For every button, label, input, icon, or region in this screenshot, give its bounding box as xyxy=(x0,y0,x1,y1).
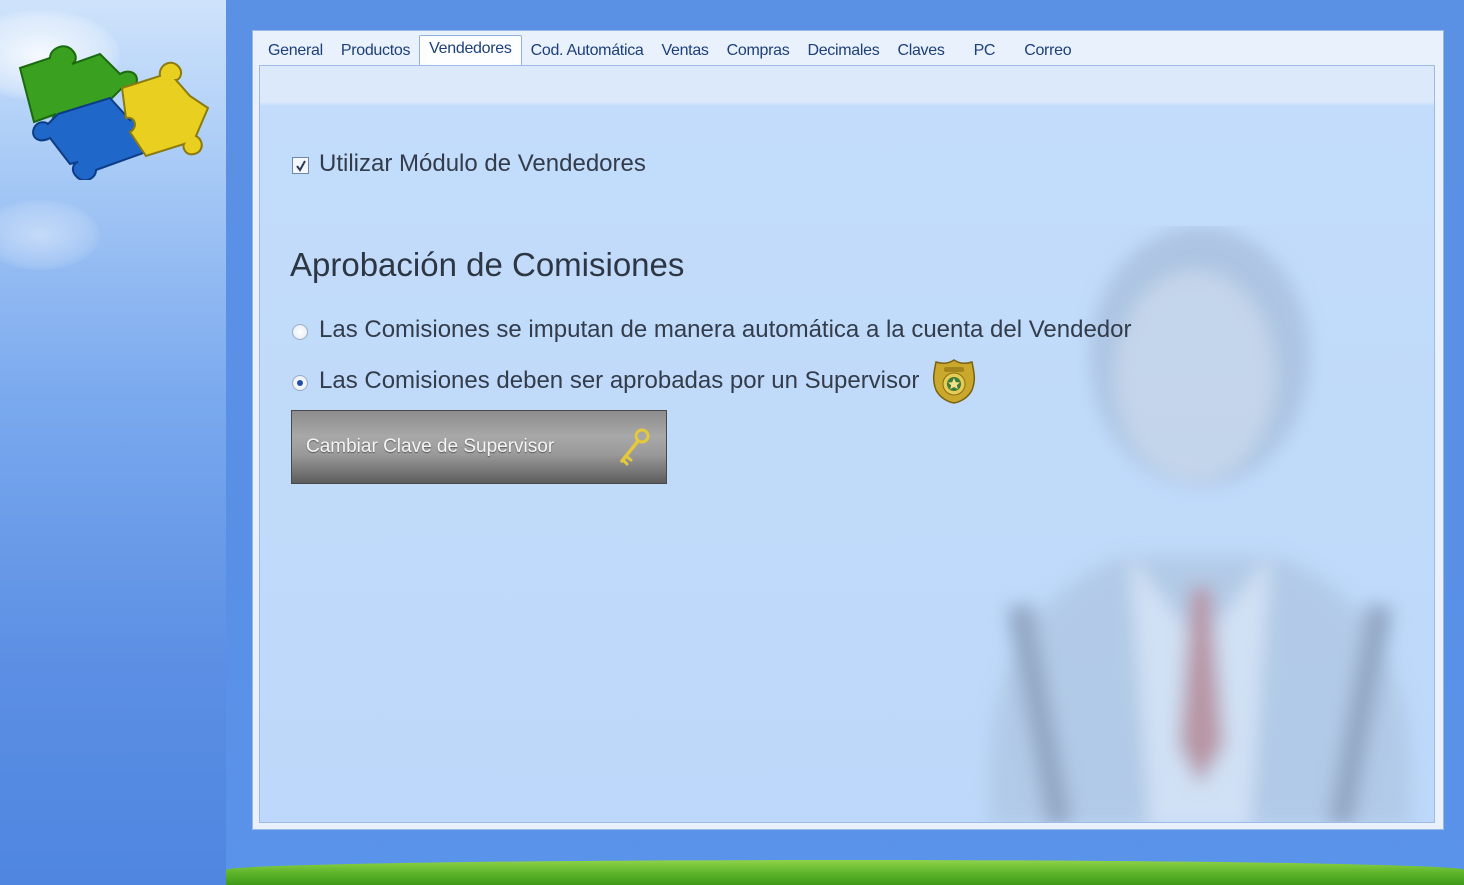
option-automatic-radio[interactable] xyxy=(292,324,308,340)
puzzle-pieces-icon xyxy=(18,45,210,180)
option-automatic-row[interactable]: Las Comisiones se imputan de manera auto… xyxy=(292,316,1132,344)
tab-content-vendedores: Utilizar Módulo de Vendedores Aprobación… xyxy=(259,65,1435,823)
option-supervisor-radio[interactable] xyxy=(292,375,308,391)
tab-cod-automatica[interactable]: Cod. Automática xyxy=(522,39,653,65)
use-module-checkbox[interactable] xyxy=(292,157,309,174)
settings-window: General Productos Vendedores Cod. Automá… xyxy=(252,30,1444,830)
change-supervisor-key-button[interactable]: Cambiar Clave de Supervisor xyxy=(291,410,667,484)
tab-vendedores[interactable]: Vendedores xyxy=(419,35,522,66)
grass-decoration xyxy=(226,860,1464,885)
option-supervisor-row[interactable]: Las Comisiones deben ser aprobadas por u… xyxy=(292,358,976,404)
checkmark-icon xyxy=(295,160,306,172)
option-automatic-label: Las Comisiones se imputan de manera auto… xyxy=(319,316,1132,343)
use-module-label: Utilizar Módulo de Vendedores xyxy=(319,150,646,177)
tab-correo[interactable]: Correo xyxy=(1015,39,1080,65)
option-supervisor-label: Las Comisiones deben ser aprobadas por u… xyxy=(319,367,920,394)
cloud xyxy=(0,200,100,270)
key-icon xyxy=(620,428,650,466)
police-badge-icon xyxy=(933,359,976,404)
tab-strip: General Productos Vendedores Cod. Automá… xyxy=(259,35,1080,66)
tab-claves[interactable]: Claves xyxy=(888,39,953,65)
use-module-row[interactable]: Utilizar Módulo de Vendedores xyxy=(292,150,646,178)
tab-productos[interactable]: Productos xyxy=(332,39,419,65)
sidebar-panel xyxy=(0,0,226,885)
tab-pc[interactable]: PC xyxy=(954,39,1016,65)
tab-compras[interactable]: Compras xyxy=(718,39,799,65)
change-supervisor-key-label: Cambiar Clave de Supervisor xyxy=(306,436,555,457)
section-title: Aprobación de Comisiones xyxy=(290,246,685,283)
tab-general[interactable]: General xyxy=(259,39,332,65)
tab-decimales[interactable]: Decimales xyxy=(798,39,888,65)
tab-ventas[interactable]: Ventas xyxy=(653,39,718,65)
